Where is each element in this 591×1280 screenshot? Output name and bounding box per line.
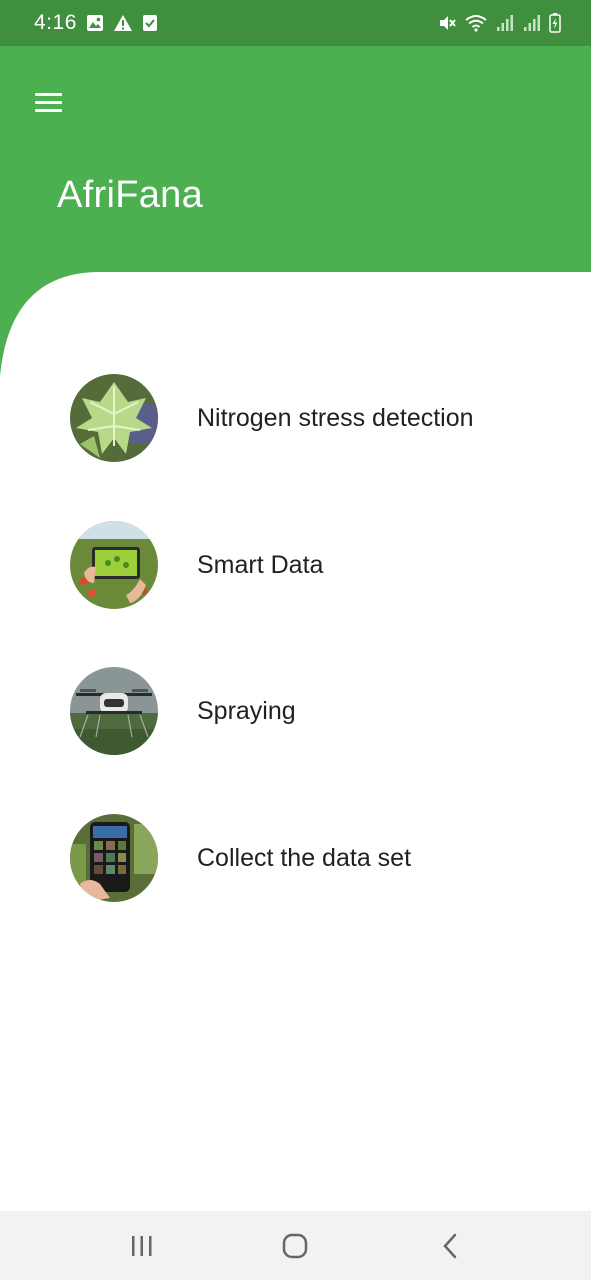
header-background [0, 46, 591, 272]
image-icon [87, 15, 103, 31]
menu-item-collect-the-data-set[interactable]: Collect the data set [70, 812, 550, 904]
status-left-icons [86, 13, 158, 33]
hamburger-menu-icon[interactable] [30, 86, 68, 118]
warning-icon [114, 15, 132, 31]
signal-icon [497, 15, 513, 31]
signal-icon [524, 15, 540, 31]
app-header: AfriFana [0, 46, 591, 376]
menu-item-label: Collect the data set [197, 843, 412, 872]
status-right-icons [437, 12, 561, 34]
recent-apps-icon[interactable] [122, 1229, 162, 1263]
battery-charging-icon [549, 13, 561, 33]
header-curve [0, 272, 100, 376]
app-title: AfriFana [57, 174, 204, 216]
status-bar: 4:16 [0, 0, 591, 46]
home-icon[interactable] [275, 1229, 315, 1263]
menu-item-nitrogen-stress-detection[interactable]: Nitrogen stress detection [70, 372, 550, 464]
system-nav-bar [0, 1211, 591, 1280]
menu-item-spraying[interactable]: Spraying [70, 665, 550, 757]
status-time: 4:16 [34, 11, 77, 34]
tablet-in-field-photo [70, 521, 158, 609]
leaf-photo [70, 374, 158, 462]
drone-photo [70, 667, 158, 755]
mute-icon [440, 16, 456, 30]
menu-item-label: Spraying [197, 696, 296, 725]
wifi-icon [465, 15, 487, 32]
back-icon[interactable] [430, 1229, 470, 1263]
menu-item-label: Smart Data [197, 550, 324, 579]
checkbox-icon [143, 15, 157, 31]
menu-item-smart-data[interactable]: Smart Data [70, 519, 550, 611]
menu-item-label: Nitrogen stress detection [197, 403, 474, 432]
phone-app-photo [70, 814, 158, 902]
